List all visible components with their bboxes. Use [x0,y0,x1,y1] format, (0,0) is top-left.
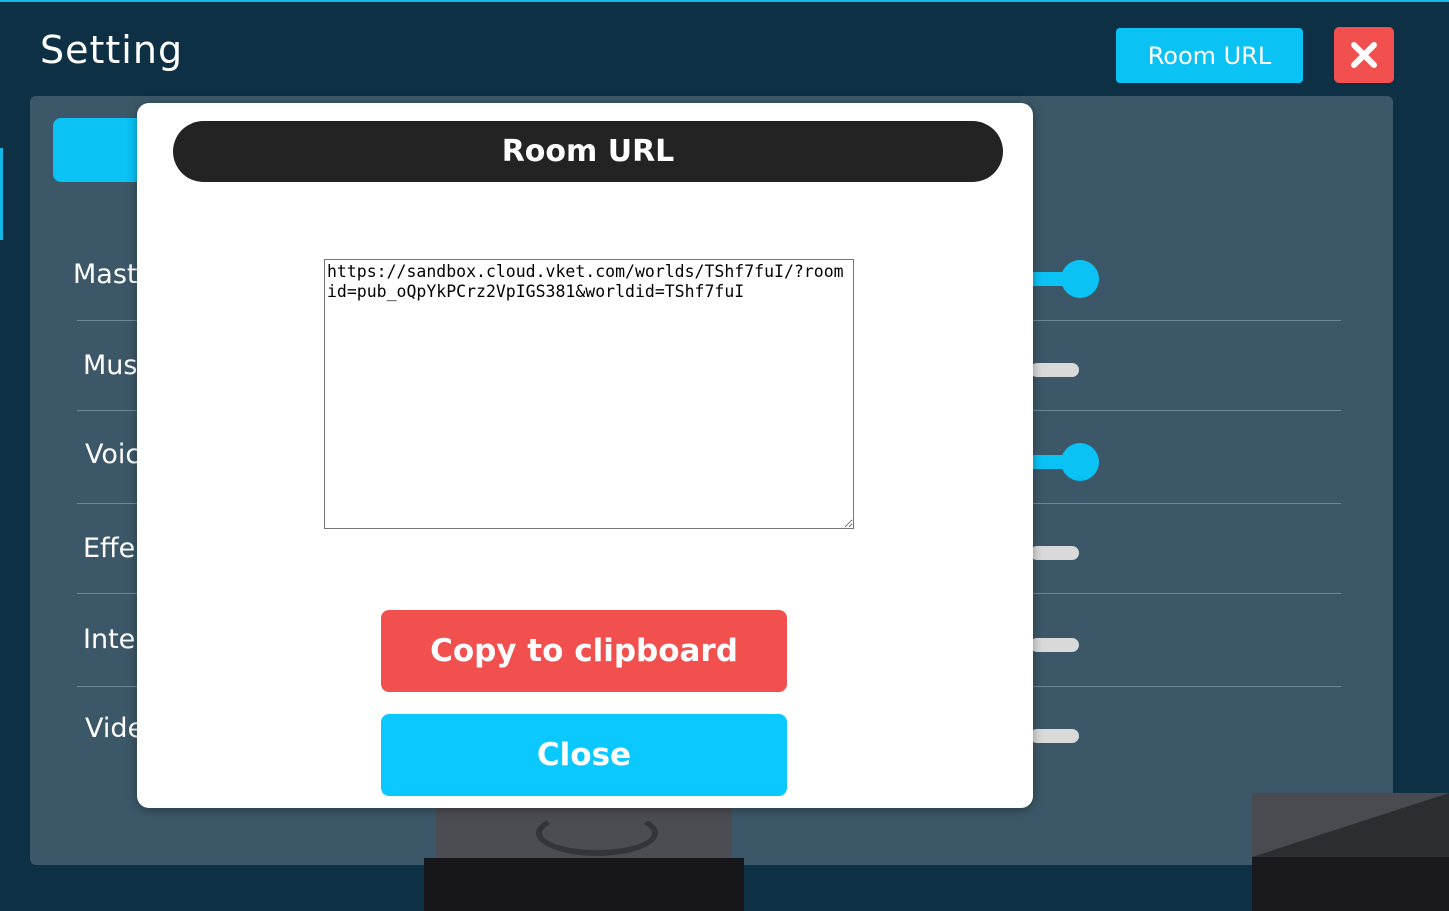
scene-block-front [424,858,744,911]
copy-to-clipboard-button[interactable]: Copy to clipboard [381,610,787,692]
modal-title: Room URL [173,121,1003,182]
page-title: Setting [40,28,184,72]
slider-interface-track[interactable] [1030,638,1079,652]
setting-label-interface: Inte [83,624,136,655]
room-url-modal: Room URL https://sandbox.cloud.vket.com/… [137,103,1033,808]
room-url-button[interactable]: Room URL [1116,28,1303,83]
setting-label-voice: Voic [85,439,141,470]
left-accent-bar [0,148,3,240]
top-accent-line [0,0,1449,2]
setting-label-effect: Effe [83,533,136,564]
setting-label-video: Vide [85,713,145,744]
scene-block-right-face [1252,793,1449,857]
scene-object-block [424,790,744,911]
slider-master-knob[interactable] [1061,260,1099,298]
slider-music-track[interactable] [1030,363,1079,377]
setting-label-music: Mus [83,350,138,381]
setting-label-master: Mast [73,259,138,290]
slider-voice-knob[interactable] [1061,443,1099,481]
scene-object-block-right [1252,793,1449,911]
slider-video-track[interactable] [1030,729,1079,743]
close-x-icon [1351,42,1377,68]
scene-block-glyph [536,810,658,856]
slider-effect-track[interactable] [1030,546,1079,560]
room-url-textarea[interactable]: https://sandbox.cloud.vket.com/worlds/TS… [324,259,854,529]
scene-block-right-lower [1252,857,1449,911]
modal-close-button[interactable]: Close [381,714,787,796]
close-settings-button[interactable] [1334,27,1394,83]
